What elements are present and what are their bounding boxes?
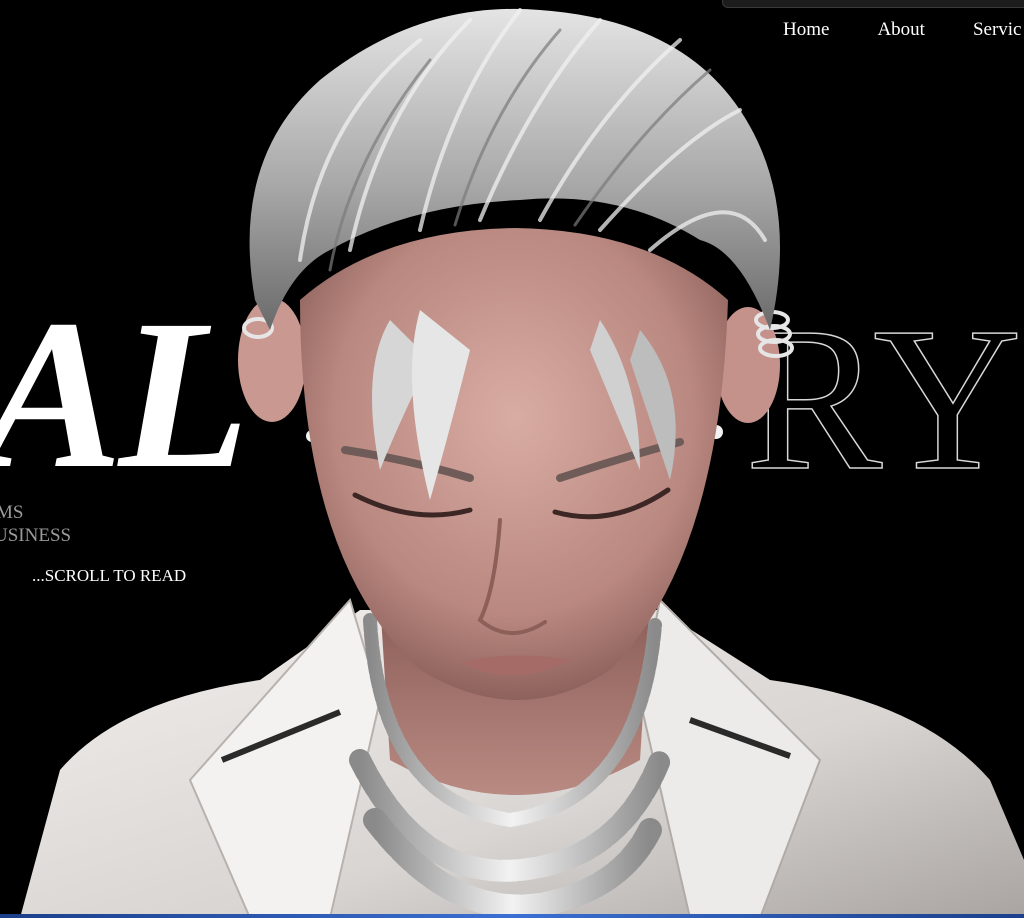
top-nav: Home About Servic [783,19,1024,41]
nav-services-link[interactable]: Servic [973,19,1022,41]
taskbar-edge [0,914,1024,918]
scroll-to-read-link[interactable]: ...SCROLL TO READ [32,566,186,586]
page: Home About Servic AL RY MS USINESS ...SC… [0,0,1024,918]
nav-about-link[interactable]: About [877,19,925,41]
character-portrait-image [20,8,1024,918]
nav-home-link[interactable]: Home [783,19,829,41]
